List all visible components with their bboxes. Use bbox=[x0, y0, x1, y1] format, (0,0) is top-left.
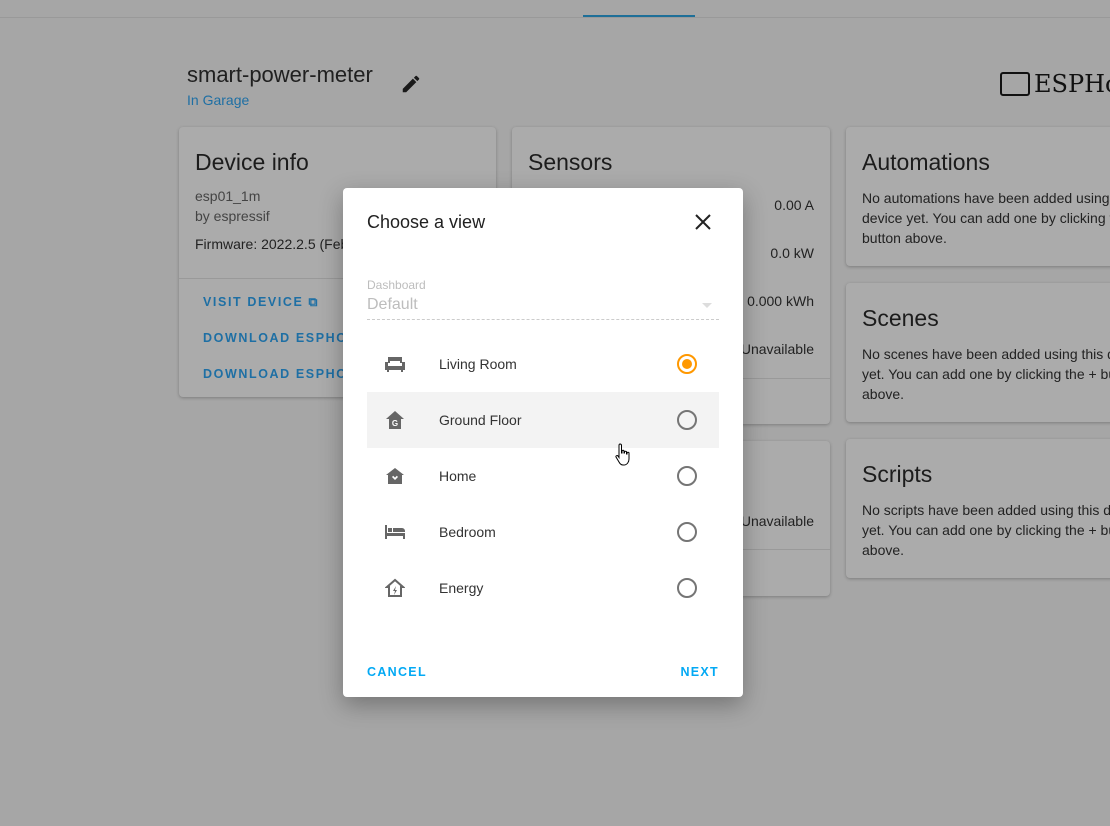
bed-icon bbox=[383, 520, 407, 544]
sensor-value: 0.000 kWh bbox=[747, 293, 814, 309]
cancel-button[interactable]: CANCEL bbox=[367, 665, 427, 679]
top-divider bbox=[0, 17, 1110, 18]
scenes-text: No scenes have been added using this d ye… bbox=[862, 346, 1110, 402]
dialog-title: Choose a view bbox=[367, 212, 486, 232]
view-item-ground-floor[interactable]: G Ground Floor bbox=[367, 392, 719, 448]
sensor-value: 0.0 kW bbox=[770, 245, 814, 261]
open-in-new-icon: ⧉ bbox=[308, 295, 320, 309]
card-title: Device info bbox=[195, 149, 309, 175]
choose-view-dialog: Choose a view Dashboard Default Living R… bbox=[343, 188, 743, 697]
scripts-text: No scripts have been added using this dy… bbox=[862, 502, 1110, 558]
dashboard-label: Dashboard bbox=[367, 278, 426, 292]
home-floor-g-icon: G bbox=[383, 408, 407, 432]
device-name: smart-power-meter bbox=[187, 62, 373, 87]
radio-selected[interactable] bbox=[677, 354, 697, 374]
home-lightning-icon bbox=[383, 576, 407, 600]
select-underline bbox=[367, 319, 719, 320]
card-title: Scripts bbox=[862, 461, 933, 487]
esphome-logo: ESPHome bbox=[1000, 70, 1110, 98]
radio[interactable] bbox=[677, 466, 697, 486]
active-tab-indicator bbox=[583, 15, 695, 17]
sofa-icon bbox=[383, 352, 407, 376]
next-button[interactable]: NEXT bbox=[680, 665, 719, 679]
view-item-home[interactable]: Home bbox=[367, 448, 719, 504]
chevron-down-icon bbox=[702, 303, 712, 308]
logo-text: ESPHome bbox=[1034, 70, 1110, 98]
automations-text: No automations have been added using devi… bbox=[862, 190, 1110, 246]
device-area-link[interactable]: In Garage bbox=[187, 92, 249, 108]
home-heart-icon bbox=[383, 464, 407, 488]
close-icon[interactable] bbox=[691, 210, 715, 234]
sensor-value: Unavailable bbox=[740, 513, 814, 529]
card-title: Sensors bbox=[528, 149, 613, 175]
scenes-card: Scenes No scenes have been added using t… bbox=[846, 283, 1110, 422]
view-item-living-room[interactable]: Living Room bbox=[367, 336, 719, 392]
scripts-card: Scripts No scripts have been added using… bbox=[846, 439, 1110, 578]
view-label: Bedroom bbox=[439, 524, 496, 540]
visit-device-link[interactable]: VISIT DEVICE ⧉ bbox=[203, 295, 319, 310]
radio[interactable] bbox=[677, 410, 697, 430]
view-label: Energy bbox=[439, 580, 484, 596]
chip-icon bbox=[1000, 72, 1030, 96]
view-item-energy[interactable]: Energy bbox=[367, 560, 719, 616]
view-label: Ground Floor bbox=[439, 412, 522, 428]
view-item-bedroom[interactable]: Bedroom bbox=[367, 504, 719, 560]
dashboard-value: Default bbox=[367, 296, 418, 313]
automations-card: Automations No automations have been add… bbox=[846, 127, 1110, 266]
hand-cursor-icon bbox=[615, 443, 630, 466]
radio[interactable] bbox=[677, 522, 697, 542]
card-title: Scenes bbox=[862, 305, 939, 331]
sensor-value: Unavailable bbox=[740, 341, 814, 357]
card-title: Automations bbox=[862, 149, 990, 175]
view-label: Home bbox=[439, 468, 477, 484]
view-label: Living Room bbox=[439, 356, 517, 372]
radio[interactable] bbox=[677, 578, 697, 598]
sensor-value: 0.00 A bbox=[774, 197, 814, 213]
pencil-icon[interactable] bbox=[400, 73, 422, 95]
svg-text:G: G bbox=[392, 419, 398, 428]
